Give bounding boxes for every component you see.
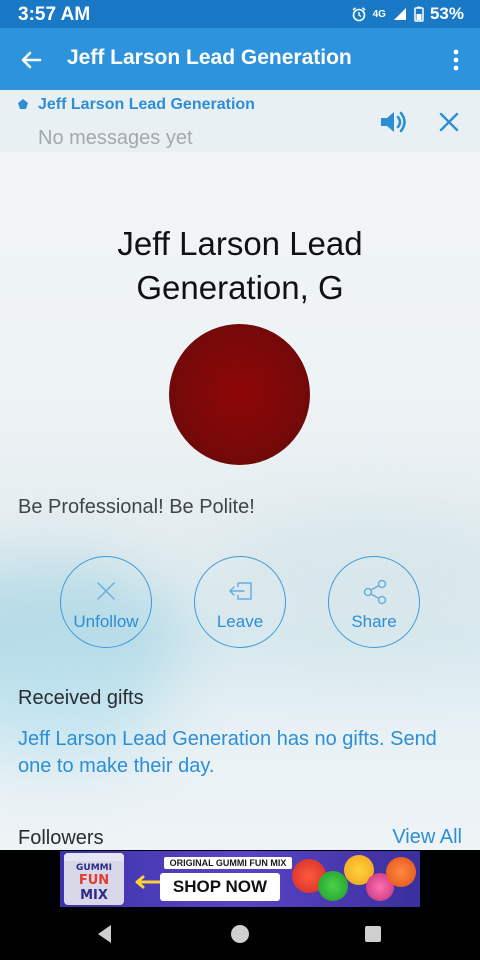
- arrow-back-icon: [21, 51, 42, 69]
- candy-image: [386, 857, 416, 887]
- network-type: 4G: [372, 8, 386, 20]
- close-icon: [97, 582, 115, 600]
- chat-last-message: No messages yet: [38, 127, 193, 149]
- sound-toggle-button[interactable]: [378, 108, 410, 136]
- nav-recents-button[interactable]: [365, 926, 381, 942]
- ad-headline: ORIGINAL GUMMI FUN MIX: [164, 857, 292, 869]
- signal-icon: [393, 8, 406, 20]
- share-button[interactable]: Share: [328, 556, 420, 648]
- status-icons: 4G 53%: [351, 4, 464, 24]
- status-bar: 3:57 AM 4G 53%: [0, 0, 480, 28]
- battery-icon: [414, 6, 424, 22]
- nav-home-button[interactable]: [231, 925, 249, 943]
- close-banner-button[interactable]: [437, 110, 461, 134]
- group-description: Be Professional! Be Polite!: [18, 496, 255, 518]
- bag-brand-text: FUN: [78, 873, 110, 888]
- unfollow-button[interactable]: Unfollow: [60, 556, 152, 648]
- unfollow-label: Unfollow: [73, 612, 139, 631]
- arrow-icon: [135, 875, 162, 889]
- overflow-menu-button[interactable]: [444, 45, 468, 75]
- pin-icon: [18, 99, 28, 109]
- share-icon: [363, 579, 387, 605]
- back-button[interactable]: [14, 43, 48, 77]
- leave-button[interactable]: Leave: [194, 556, 286, 648]
- ad-banner[interactable]: GUMMI FUN MIX ORIGINAL GUMMI FUN MIX SHO…: [60, 851, 420, 907]
- page-title: Jeff Larson Lead Generation: [67, 46, 352, 69]
- more-vert-icon: [453, 49, 459, 71]
- volume-icon: [381, 111, 406, 133]
- ad-container: GUMMI FUN MIX ORIGINAL GUMMI FUN MIX SHO…: [0, 850, 480, 908]
- exit-icon: [229, 582, 252, 600]
- shop-now-button[interactable]: SHOP NOW: [160, 873, 280, 901]
- avatar: [169, 324, 310, 465]
- battery-level: 53%: [429, 4, 464, 23]
- followers-heading: Followers: [18, 827, 104, 849]
- share-label: Share: [351, 612, 397, 631]
- product-bag-image: GUMMI FUN MIX: [64, 853, 124, 905]
- bag-seal: [64, 853, 124, 861]
- received-gifts-heading: Received gifts: [18, 687, 144, 709]
- leave-label: Leave: [216, 612, 264, 631]
- nav-back-icon[interactable]: [95, 922, 115, 946]
- chat-name: Jeff Larson Lead Generation: [38, 96, 255, 113]
- chat-preview-banner[interactable]: Jeff Larson Lead Generation No messages …: [0, 90, 480, 152]
- view-all-followers-link[interactable]: View All: [392, 826, 462, 849]
- group-name: Jeff Larson Lead Generation, G: [117, 225, 363, 306]
- app-bar: Jeff Larson Lead Generation: [0, 28, 480, 90]
- status-time: 3:57 AM: [18, 4, 91, 25]
- alarm-icon: [352, 7, 366, 22]
- group-profile[interactable]: Jeff Larson Lead Generation No messages …: [0, 90, 480, 850]
- system-nav-bar: [0, 908, 480, 960]
- bag-brand-text: MIX: [80, 888, 108, 903]
- close-icon: [439, 112, 459, 132]
- bag-brand-text: GUMMI: [76, 863, 112, 873]
- candy-image: [318, 871, 348, 901]
- send-gift-link[interactable]: Jeff Larson Lead Generation has no gifts…: [18, 726, 458, 780]
